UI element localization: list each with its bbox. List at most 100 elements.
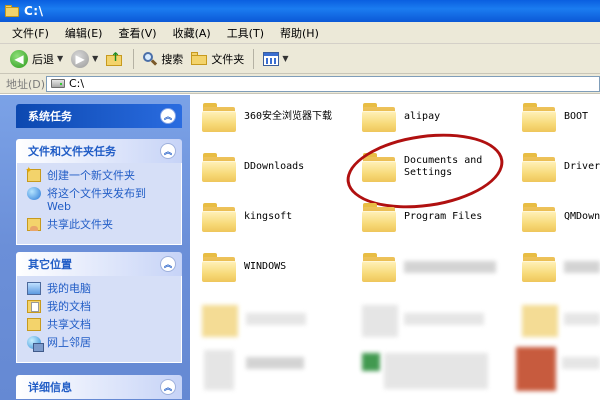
place-label: 我的文档 bbox=[47, 300, 91, 313]
file-folder-tasks-group: 文件和文件夹任务 ︽ 创建一个新文件夹 将这个文件夹发布到 Web 共享此文件夹 bbox=[16, 139, 182, 245]
collapse-chevron-icon[interactable]: ︽ bbox=[160, 379, 176, 395]
folder-name: BOOT bbox=[564, 111, 589, 122]
group-title: 文件和文件夹任务 bbox=[28, 145, 116, 158]
folder-name: kingsoft bbox=[244, 211, 293, 222]
computer-icon bbox=[27, 282, 41, 295]
system-tasks-group: 系统任务 ︽ bbox=[16, 104, 182, 128]
up-folder-icon: ↑ bbox=[106, 51, 124, 67]
shared-folder-icon bbox=[27, 318, 41, 331]
folder-item[interactable]: BOOT bbox=[522, 102, 588, 132]
shared-folder-icon bbox=[27, 218, 41, 231]
other-places-group: 其它位置 ︽ 我的电脑 我的文档 共享文档 网上邻居 bbox=[16, 252, 182, 363]
task-label: 将这个文件夹发布到 Web bbox=[47, 187, 146, 213]
folder-item[interactable]: 360安全浏览器下载 bbox=[202, 102, 332, 132]
place-my-documents[interactable]: 我的文档 bbox=[27, 300, 173, 313]
folder-item[interactable]: kingsoft bbox=[202, 202, 292, 232]
address-bar: 地址(D) C:\ bbox=[0, 74, 600, 94]
documents-folder-icon bbox=[27, 300, 41, 313]
details-group: 详细信息 ︽ bbox=[16, 375, 182, 399]
search-button[interactable]: 搜索 bbox=[139, 47, 187, 71]
place-my-computer[interactable]: 我的电脑 bbox=[27, 282, 173, 295]
blurred-item bbox=[516, 347, 556, 391]
folder-name: WINDOWS bbox=[244, 261, 287, 272]
place-label: 我的电脑 bbox=[47, 282, 91, 295]
other-places-body: 我的电脑 我的文档 共享文档 网上邻居 bbox=[16, 276, 182, 363]
task-label: 共享此文件夹 bbox=[47, 218, 113, 231]
blurred-label bbox=[246, 313, 306, 325]
details-header[interactable]: 详细信息 ︽ bbox=[16, 375, 182, 399]
blurred-item bbox=[204, 350, 234, 390]
group-title: 系统任务 bbox=[28, 110, 72, 123]
task-label: 创建一个新文件夹 bbox=[47, 169, 135, 182]
chevron-down-icon[interactable]: ▼ bbox=[92, 54, 98, 63]
folder-item[interactable] bbox=[362, 252, 396, 282]
blurred-label bbox=[384, 353, 488, 389]
menu-help[interactable]: 帮助(H) bbox=[272, 25, 327, 41]
chevron-down-icon[interactable]: ▼ bbox=[282, 54, 288, 63]
folder-name: Drivers bbox=[564, 161, 600, 172]
folder-item[interactable]: Drivers bbox=[522, 152, 600, 182]
task-publish-web[interactable]: 将这个文件夹发布到 Web bbox=[27, 187, 173, 213]
search-label: 搜索 bbox=[161, 52, 184, 66]
back-arrow-icon: ◀ bbox=[10, 49, 28, 68]
folder-icon bbox=[522, 252, 556, 282]
task-share-folder[interactable]: 共享此文件夹 bbox=[27, 218, 173, 231]
drive-icon bbox=[51, 79, 65, 88]
collapse-chevron-icon[interactable]: ︽ bbox=[160, 108, 176, 124]
address-label: 地址(D) bbox=[6, 77, 46, 91]
up-folder-button[interactable]: ↑ bbox=[102, 47, 128, 71]
file-view: 360安全浏览器下载 alipay BOOT DDownloads Docume… bbox=[190, 95, 600, 400]
folders-button[interactable]: 文件夹 bbox=[187, 47, 248, 71]
folder-name: DDownloads bbox=[244, 161, 305, 172]
folder-icon bbox=[522, 202, 556, 232]
system-tasks-header[interactable]: 系统任务 ︽ bbox=[16, 104, 182, 128]
place-shared-documents[interactable]: 共享文档 bbox=[27, 318, 173, 331]
group-title: 详细信息 bbox=[28, 381, 72, 394]
folder-name: alipay bbox=[404, 111, 441, 122]
folder-name: 360安全浏览器下载 bbox=[244, 111, 333, 122]
blurred-item bbox=[202, 305, 238, 337]
folder-icon bbox=[362, 202, 396, 232]
menu-favorites[interactable]: 收藏(A) bbox=[165, 25, 219, 41]
folder-icon bbox=[4, 4, 20, 18]
search-icon bbox=[143, 51, 158, 66]
globe-icon bbox=[27, 187, 41, 200]
address-input[interactable]: C:\ bbox=[46, 75, 600, 92]
toolbar-divider bbox=[253, 48, 255, 69]
task-pane: 系统任务 ︽ 文件和文件夹任务 ︽ 创建一个新文件夹 将这个文件夹发布到 Web… bbox=[0, 95, 190, 400]
collapse-chevron-icon[interactable]: ︽ bbox=[160, 143, 176, 159]
file-folder-tasks-header[interactable]: 文件和文件夹任务 ︽ bbox=[16, 139, 182, 163]
back-button[interactable]: ◀ 后退 ▼ bbox=[6, 47, 67, 71]
menu-tools[interactable]: 工具(T) bbox=[219, 25, 272, 41]
chevron-down-icon[interactable]: ▼ bbox=[57, 54, 63, 63]
menu-edit[interactable]: 编辑(E) bbox=[57, 25, 111, 41]
forward-button[interactable]: ▶ ▼ bbox=[67, 47, 102, 71]
folder-item[interactable]: Program Files bbox=[362, 202, 482, 232]
folder-item[interactable]: DDownloads bbox=[202, 152, 304, 182]
toolbar-divider bbox=[133, 48, 135, 69]
toolbar: ◀ 后退 ▼ ▶ ▼ ↑ 搜索 文件夹 ▼ bbox=[0, 44, 600, 74]
group-title: 其它位置 bbox=[28, 258, 72, 271]
title-bar[interactable]: C:\ bbox=[0, 0, 600, 22]
place-label: 网上邻居 bbox=[47, 336, 91, 349]
folders-label: 文件夹 bbox=[211, 52, 245, 66]
views-button[interactable]: ▼ bbox=[259, 47, 292, 71]
forward-arrow-icon: ▶ bbox=[71, 49, 90, 68]
menu-file[interactable]: 文件(F) bbox=[4, 25, 57, 41]
folder-icon bbox=[191, 52, 208, 65]
folder-icon bbox=[202, 102, 236, 132]
blurred-item bbox=[362, 305, 398, 337]
folder-item[interactable] bbox=[522, 252, 556, 282]
collapse-chevron-icon[interactable]: ︽ bbox=[160, 256, 176, 272]
back-label: 后退 bbox=[32, 52, 54, 66]
folder-icon bbox=[202, 202, 236, 232]
other-places-header[interactable]: 其它位置 ︽ bbox=[16, 252, 182, 276]
folder-icon bbox=[362, 102, 396, 132]
place-network[interactable]: 网上邻居 bbox=[27, 336, 173, 352]
task-new-folder[interactable]: 创建一个新文件夹 bbox=[25, 165, 173, 182]
menu-view[interactable]: 查看(V) bbox=[110, 25, 164, 41]
folder-item[interactable]: WINDOWS bbox=[202, 252, 286, 282]
folder-item[interactable]: QMDownl bbox=[522, 202, 600, 232]
menu-bar: 文件(F) 编辑(E) 查看(V) 收藏(A) 工具(T) 帮助(H) bbox=[0, 22, 600, 44]
folder-item[interactable]: alipay bbox=[362, 102, 440, 132]
